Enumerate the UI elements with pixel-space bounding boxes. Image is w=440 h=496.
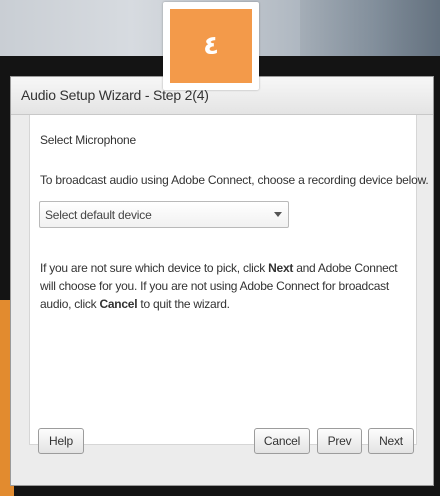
help-text-next-word: Next bbox=[268, 261, 294, 275]
section-heading: Select Microphone bbox=[40, 133, 136, 147]
next-button[interactable]: Next bbox=[368, 428, 414, 454]
chevron-down-icon bbox=[274, 212, 282, 217]
cancel-button[interactable]: Cancel bbox=[254, 428, 310, 454]
help-paragraph: If you are not sure which device to pick… bbox=[40, 259, 412, 313]
step-number: ٤ bbox=[170, 9, 252, 83]
help-button[interactable]: Help bbox=[38, 428, 84, 454]
select-value: Select default device bbox=[45, 208, 152, 222]
instructions-text: To broadcast audio using Adobe Connect, … bbox=[40, 173, 429, 187]
microphone-device-select[interactable]: Select default device bbox=[39, 201, 289, 228]
help-text-part3: to quit the wizard. bbox=[137, 297, 230, 311]
step-badge: ٤ bbox=[163, 2, 259, 90]
prev-button[interactable]: Prev bbox=[317, 428, 362, 454]
help-text-cancel-word: Cancel bbox=[99, 297, 138, 311]
audio-setup-wizard-dialog: Audio Setup Wizard - Step 2(4) Select Mi… bbox=[10, 76, 434, 486]
dialog-content: Select Microphone To broadcast audio usi… bbox=[29, 115, 429, 445]
help-text-part1: If you are not sure which device to pick… bbox=[40, 261, 269, 275]
screen: ٤ Audio Setup Wizard - Step 2(4) Select … bbox=[0, 0, 440, 496]
